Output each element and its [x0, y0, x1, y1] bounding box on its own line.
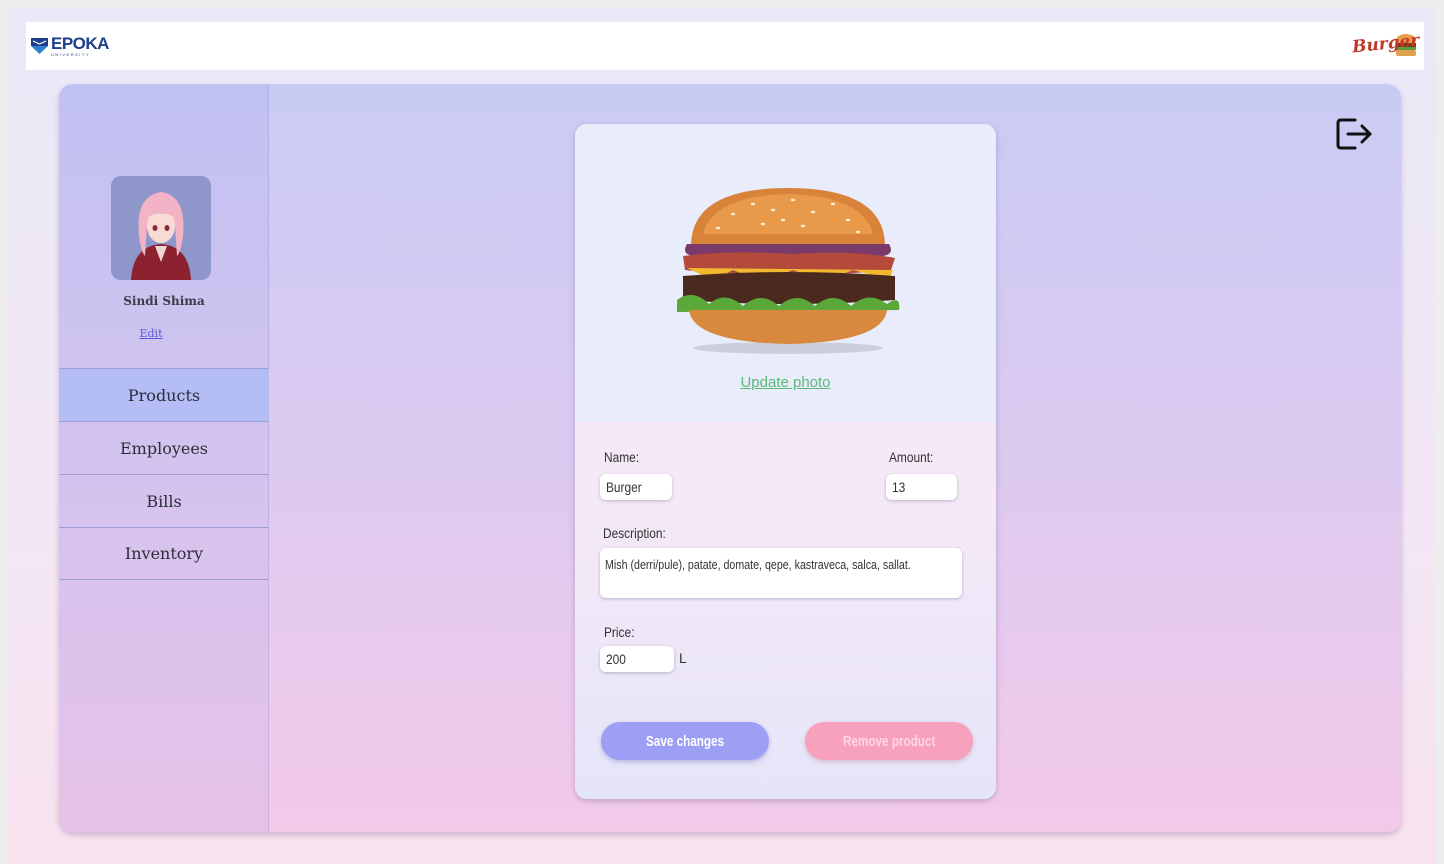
sidebar-item-employees[interactable]: Employees [59, 421, 269, 474]
sidebar-item-inventory[interactable]: Inventory [59, 527, 269, 580]
epoka-logo[interactable]: EPOKA UNIVERSITY [31, 32, 109, 60]
epoka-logo-subtitle: UNIVERSITY [51, 52, 91, 57]
brand-logo[interactable]: Burger [1350, 28, 1420, 62]
sidebar: Sindi Shima Edit Products Employees Bill… [59, 84, 269, 832]
name-input[interactable]: Burger [600, 474, 672, 500]
price-label: Price: [604, 624, 635, 640]
description-textarea[interactable]: Mish (derri/pule), patate, domate, qepe,… [600, 548, 962, 598]
update-photo-link[interactable]: Update photo [575, 374, 996, 391]
name-label: Name: [604, 449, 640, 465]
edit-profile-link[interactable]: Edit [59, 327, 243, 340]
amount-input-value: 13 [892, 479, 906, 495]
avatar [111, 176, 211, 280]
currency-label: L [679, 650, 687, 666]
main-panel: Sindi Shima Edit Products Employees Bill… [59, 84, 1401, 832]
epoka-shield-icon [31, 38, 48, 54]
save-changes-button[interactable]: Save changes [601, 722, 769, 760]
price-input[interactable]: 200 [600, 646, 674, 672]
user-name: Sindi Shima [123, 294, 205, 308]
sidebar-item-products[interactable]: Products [59, 368, 269, 421]
remove-product-button[interactable]: Remove product [805, 722, 973, 760]
remove-product-label: Remove product [842, 732, 936, 750]
amount-input[interactable]: 13 [886, 474, 957, 500]
price-input-value: 200 [606, 651, 626, 667]
name-input-value: Burger [606, 479, 642, 495]
product-card: Update photo Name: Burger Amount: 13 Des… [575, 124, 996, 799]
sidebar-nav: Products Employees Bills Inventory [59, 368, 269, 580]
burger-image [677, 188, 900, 354]
logout-icon[interactable] [1335, 116, 1375, 152]
save-changes-label: Save changes [645, 732, 725, 750]
description-value: Mish (derri/pule), patate, domate, qepe,… [605, 557, 911, 572]
product-photo-area: Update photo [575, 124, 996, 422]
amount-label: Amount: [889, 449, 934, 465]
description-label: Description: [603, 525, 666, 541]
epoka-logo-name: EPOKA [51, 34, 109, 53]
sidebar-item-bills[interactable]: Bills [59, 474, 269, 527]
top-bar: EPOKA UNIVERSITY Burger [26, 22, 1424, 70]
